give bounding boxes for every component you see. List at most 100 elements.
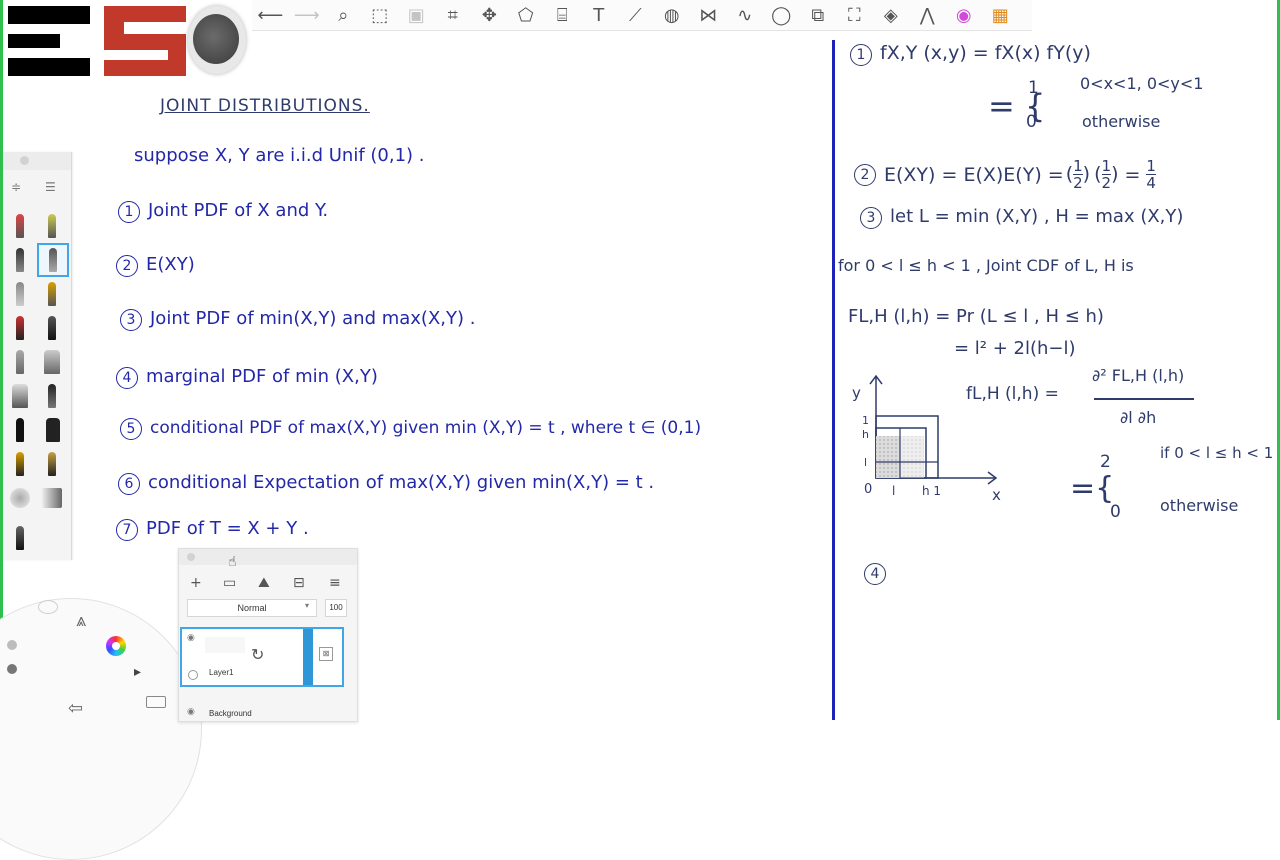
notes-item-2: 2 E(XY) xyxy=(116,254,195,277)
item-text: Joint PDF of min(X,Y) and max(X,Y) . xyxy=(150,308,476,329)
item-number: 2 xyxy=(116,255,138,277)
french-curve-icon[interactable]: ∿ xyxy=(727,0,764,30)
folder-icon[interactable]: ▭ xyxy=(223,575,236,591)
notes-item-5: 5 conditional PDF of max(X,Y) given min (… xyxy=(120,418,701,440)
radial-undo-icon[interactable]: ⇦ xyxy=(68,698,83,719)
item-text: E(XY) xyxy=(146,254,195,275)
distort-icon[interactable]: ⬠ xyxy=(508,0,545,30)
color-wheel-icon[interactable]: ◉ xyxy=(946,0,983,30)
layers-icon[interactable]: ◈ xyxy=(873,0,910,30)
fraction-half-2: (1 2) xyxy=(1094,157,1119,192)
texture-brush-icon[interactable] xyxy=(7,484,33,512)
undo-icon[interactable]: ⟵ xyxy=(252,0,289,30)
layers-handle[interactable] xyxy=(179,549,357,565)
layer-options-icon[interactable]: ⊠ xyxy=(319,647,333,661)
notes-item-3: 3 Joint PDF of min(X,Y) and max(X,Y) . xyxy=(120,308,475,331)
ruler-icon[interactable]: ⟋ xyxy=(617,0,654,30)
eraser-icon[interactable] xyxy=(39,348,65,376)
brush-preview-avatar[interactable] xyxy=(188,6,246,74)
ballpoint-pen-icon[interactable] xyxy=(37,243,69,277)
solution-number: 4 xyxy=(864,563,886,585)
pdf-numerator: ∂² FL,H (l,h) xyxy=(1092,366,1185,385)
ellipse-icon[interactable]: ◯ xyxy=(763,0,800,30)
denominator: 2 xyxy=(1101,174,1112,192)
selection-icon[interactable]: ⬚ xyxy=(362,0,399,30)
eye-icon[interactable]: ◉ xyxy=(187,707,195,717)
hard-pencil-icon[interactable] xyxy=(7,280,33,308)
settings-grid-icon[interactable]: ▦ xyxy=(982,0,1019,30)
fine-liner-icon[interactable] xyxy=(7,416,33,444)
pdf-case-1-condition: if 0 < l ≤ h < 1 xyxy=(1160,444,1274,462)
airbrush-icon[interactable] xyxy=(7,212,33,240)
canvas-divider-line xyxy=(832,40,835,720)
gradient-icon[interactable] xyxy=(39,484,65,512)
case-1-condition: 0<x<1, 0<y<1 xyxy=(1080,74,1204,93)
marker-icon[interactable] xyxy=(39,280,65,308)
notes-item-1: 1 Joint PDF of X and Y. xyxy=(118,200,328,223)
size-dot-icon[interactable] xyxy=(7,664,17,674)
solution-text: E(XY) = E(X)E(Y) = xyxy=(884,163,1064,186)
layers-close-dot[interactable] xyxy=(187,553,195,561)
image-import-icon[interactable]: ⛶ xyxy=(836,0,873,30)
palette-handle[interactable] xyxy=(3,152,71,170)
layer-menu-icon[interactable]: ≡ xyxy=(329,575,341,591)
color-puck-icon[interactable] xyxy=(106,636,126,656)
chalk-icon[interactable] xyxy=(7,348,33,376)
eye-icon[interactable]: ◉ xyxy=(187,633,195,643)
solution-2-line: 2 E(XY) = E(X)E(Y) = (1 2) (1 2) = 14 xyxy=(854,158,1158,191)
flat-brush-icon[interactable] xyxy=(40,416,66,444)
brush-list-icon[interactable]: ☰ xyxy=(45,180,56,194)
radial-rect-icon[interactable] xyxy=(146,696,166,708)
opacity-field[interactable]: 100 xyxy=(325,599,347,617)
pencil-icon[interactable] xyxy=(7,246,33,274)
item-text: Joint PDF of X and Y. xyxy=(148,200,329,221)
item-text: marginal PDF of min (X,Y) xyxy=(146,366,378,387)
redo-icon[interactable]: ⟶ xyxy=(289,0,326,30)
paint-brush-icon[interactable] xyxy=(39,212,65,240)
add-layer-icon[interactable]: + xyxy=(190,575,202,591)
item-number: 4 xyxy=(116,367,138,389)
shape-icon[interactable]: ⧉ xyxy=(800,0,837,30)
sketch-tick-1y: 1 xyxy=(862,414,869,427)
crop-icon[interactable]: ⌗ xyxy=(435,0,472,30)
stylus-pen-icon[interactable] xyxy=(7,524,33,552)
pen-tool-icon[interactable]: ⩓ xyxy=(76,610,86,631)
opacity-dot-icon[interactable] xyxy=(7,640,17,650)
layer-radio[interactable] xyxy=(188,670,198,680)
smudge-icon[interactable] xyxy=(7,382,33,410)
blender-icon[interactable] xyxy=(39,382,65,410)
text-icon[interactable]: T xyxy=(581,0,618,30)
radial-handle[interactable] xyxy=(38,600,58,614)
ink-pen-icon[interactable] xyxy=(7,314,33,342)
brush-palette: ≑ ☰ xyxy=(3,152,72,560)
brush-settings-icon[interactable]: ≑ xyxy=(11,180,21,194)
merge-layer-icon[interactable]: ⊟ xyxy=(293,575,305,591)
sync-icon[interactable]: ↻ xyxy=(251,645,264,664)
solution-text: fX,Y (x,y) = fX(x) fY(y) xyxy=(880,42,1091,64)
oil-brush-icon[interactable] xyxy=(7,450,33,478)
pdf-case-1-value: 2 xyxy=(1100,452,1111,472)
solution-text: let L = min (X,Y) , H = max (X,Y) xyxy=(890,206,1184,227)
channel-logo xyxy=(8,6,186,76)
layer-selected-bar xyxy=(303,629,313,685)
radial-control-disc[interactable] xyxy=(0,598,202,860)
palette-close-dot[interactable] xyxy=(20,156,29,165)
item-text: PDF of T = X + Y . xyxy=(146,518,309,539)
image-layer-icon[interactable]: ⛰ xyxy=(258,575,270,591)
sketch-tick-hy: h xyxy=(862,428,869,441)
felt-pen-icon[interactable] xyxy=(39,314,65,342)
sketch-x-axis-label: x xyxy=(992,486,1001,504)
layer-lock-icon[interactable]: ▣ xyxy=(398,0,435,30)
pointer-icon[interactable]: ▸ xyxy=(134,664,141,680)
perspective-icon[interactable]: ⌸ xyxy=(544,0,581,30)
symmetry-icon[interactable]: ⋈ xyxy=(690,0,727,30)
brush-library-icon[interactable]: ⋀ xyxy=(909,0,946,30)
denominator: 4 xyxy=(1146,174,1156,192)
solution-number: 2 xyxy=(854,163,876,186)
blend-mode-select[interactable]: Normal xyxy=(187,599,317,617)
magnifier-icon[interactable]: ⌕ xyxy=(325,0,362,30)
charcoal-icon[interactable] xyxy=(39,450,65,478)
layer-name: Layer1 xyxy=(209,668,234,677)
grid-icon[interactable]: ◍ xyxy=(654,0,691,30)
transform-icon[interactable]: ✥ xyxy=(471,0,508,30)
